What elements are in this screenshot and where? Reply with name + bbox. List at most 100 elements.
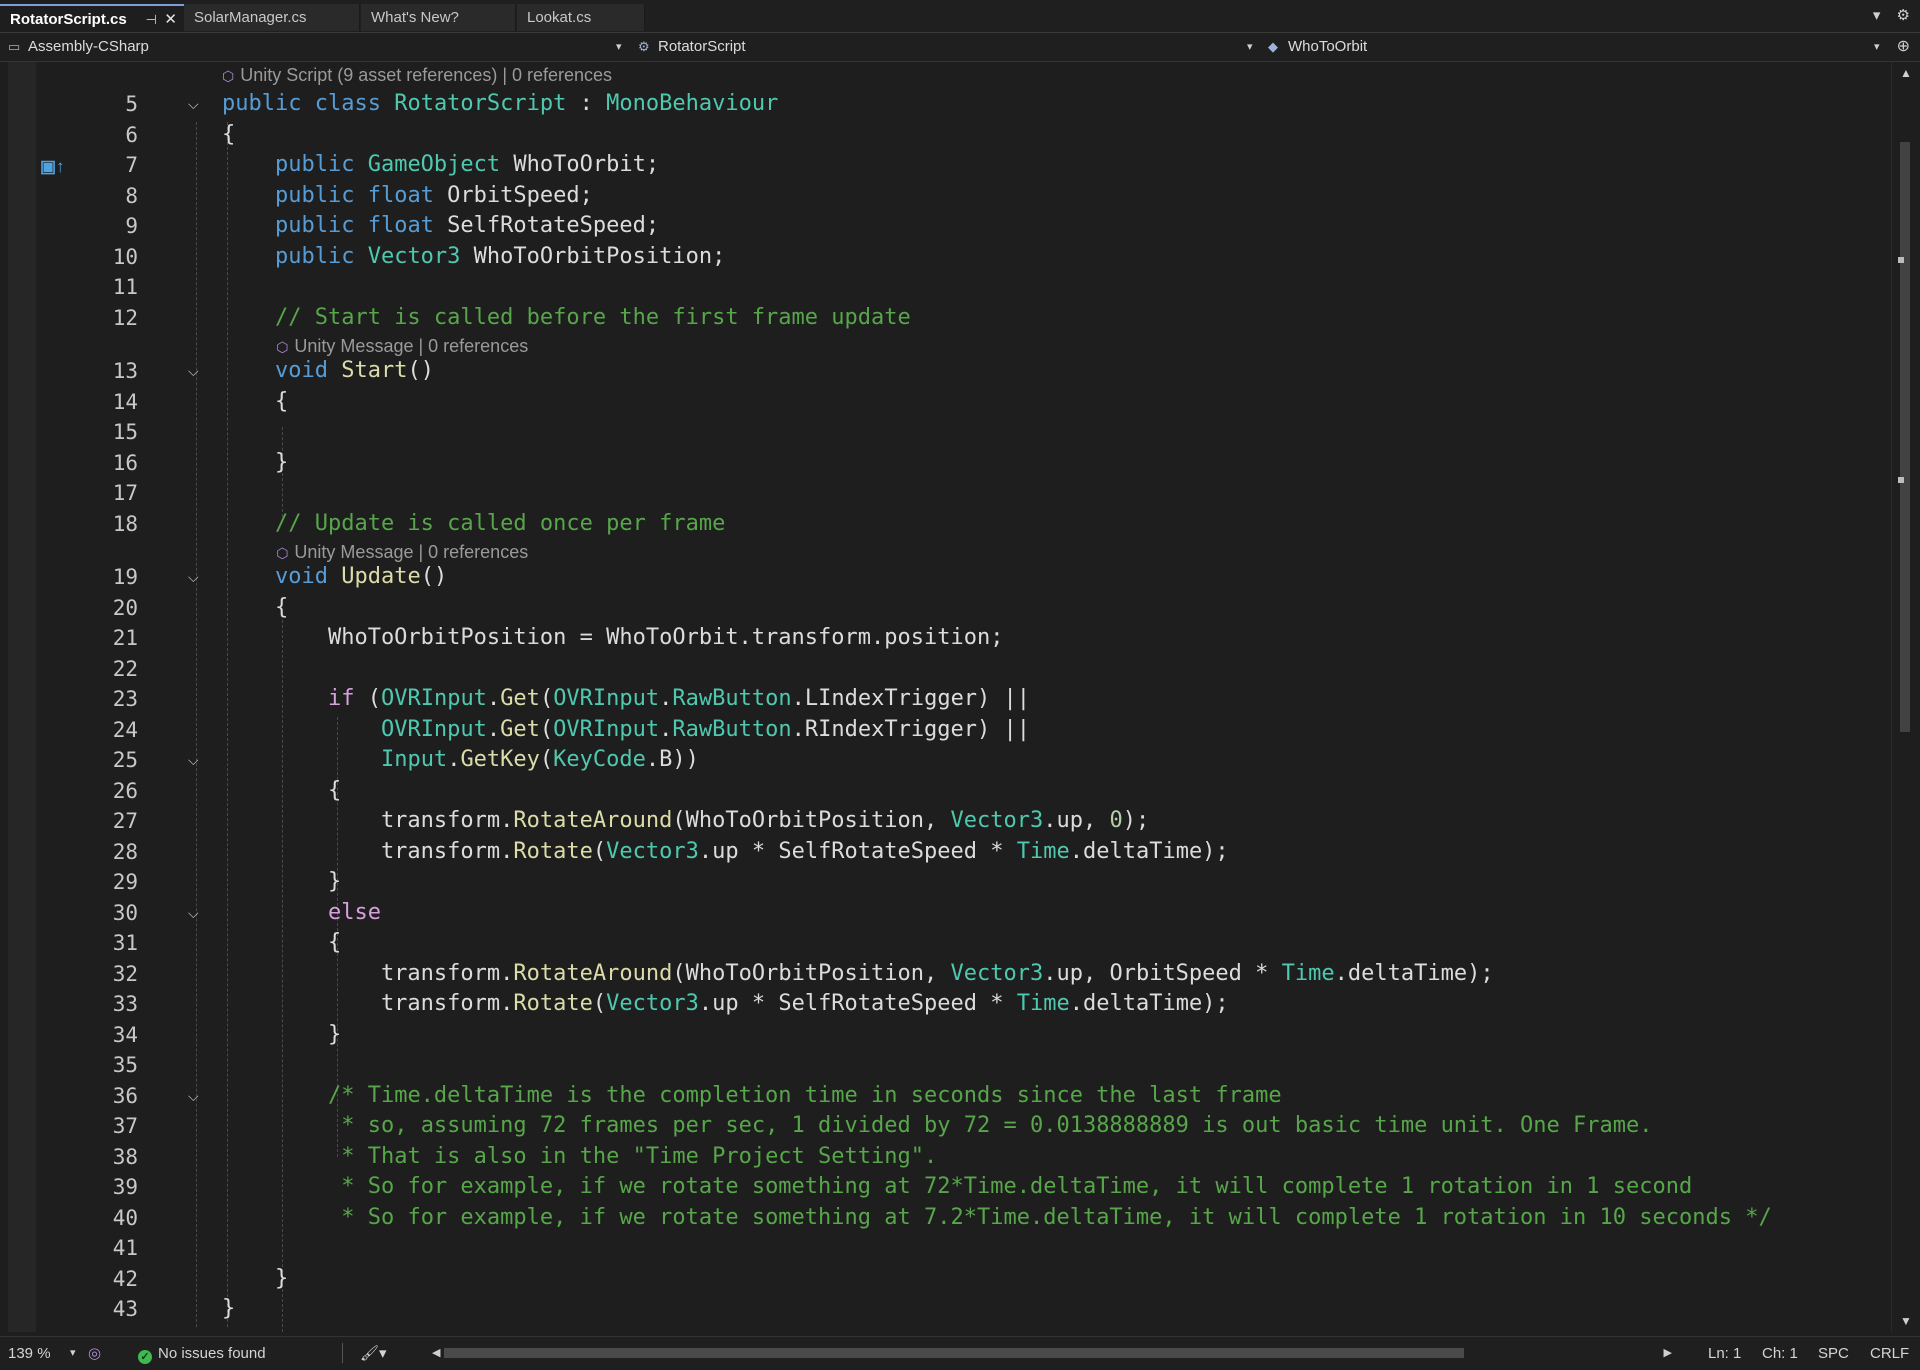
code-line[interactable]: 39 * So for example, if we rotate someth… xyxy=(0,1172,1890,1202)
code-text: void Update() xyxy=(222,562,447,592)
code-line[interactable]: 40 * So for example, if we rotate someth… xyxy=(0,1203,1890,1233)
dropdown-icon[interactable]: ▾ xyxy=(1247,36,1253,58)
code-token: float xyxy=(367,182,434,208)
code-line[interactable]: 15 xyxy=(0,417,1890,447)
dropdown-icon[interactable]: ▾ xyxy=(616,36,622,58)
code-line[interactable]: 32 transform.RotateAround(WhoToOrbitPosi… xyxy=(0,959,1890,989)
pin-icon[interactable]: ⊣ xyxy=(146,6,157,33)
code-line[interactable]: 9 public float SelfRotateSpeed; xyxy=(0,211,1890,241)
code-line[interactable]: 19 ⌵ void Update() xyxy=(0,562,1890,592)
copilot-icon[interactable]: ◎ xyxy=(88,1337,101,1370)
code-line[interactable]: 14 { xyxy=(0,387,1890,417)
code-token: * So for example, if we rotate something… xyxy=(341,1204,1772,1230)
code-token: RotatorScript xyxy=(394,91,567,116)
whitespace-indicator[interactable]: SPC xyxy=(1818,1337,1849,1370)
code-line[interactable]: 33 transform.Rotate(Vector3.up * SelfRot… xyxy=(0,989,1890,1019)
code-line[interactable]: 13 ⌵ void Start() xyxy=(0,356,1890,386)
code-token: SelfRotateSpeed; xyxy=(433,213,660,238)
code-line[interactable]: 12 // Start is called before the first f… xyxy=(0,303,1890,333)
fold-chevron-icon[interactable]: ⌵ xyxy=(188,562,199,592)
tab-lookat[interactable]: Lookat.cs xyxy=(517,4,645,31)
code-line[interactable]: 27 transform.RotateAround(WhoToOrbitPosi… xyxy=(0,806,1890,836)
code-token: ( xyxy=(354,686,381,711)
vertical-scrollbar[interactable]: ▲ ▼ xyxy=(1891,62,1920,1332)
code-line[interactable]: 20 { xyxy=(0,593,1890,623)
code-line[interactable]: 18 // Update is called once per frame xyxy=(0,509,1890,539)
fold-chevron-icon[interactable]: ⌵ xyxy=(188,356,199,386)
code-line[interactable]: 11 xyxy=(0,272,1890,302)
code-line[interactable]: 30 ⌵ else xyxy=(0,898,1890,928)
code-token: // Start is called before the first fram… xyxy=(274,304,911,330)
code-token: Vector3 xyxy=(606,991,699,1016)
scroll-left-icon[interactable]: ◀ xyxy=(432,1346,440,1359)
dropdown-icon[interactable]: ▾ xyxy=(1873,7,1881,24)
code-line[interactable]: 21 WhoToOrbitPosition = WhoToOrbit.trans… xyxy=(0,623,1890,653)
code-line[interactable]: 16 } xyxy=(0,448,1890,478)
line-ending-indicator[interactable]: CRLF xyxy=(1870,1337,1909,1370)
code-lens-label: Unity Message | 0 references xyxy=(294,542,529,562)
code-line[interactable]: 8 public float OrbitSpeed; xyxy=(0,181,1890,211)
code-line[interactable]: 34 } xyxy=(0,1020,1890,1050)
line-number: 12 xyxy=(112,305,138,330)
brush-icon[interactable]: 🖌▾ xyxy=(360,1337,387,1370)
horizontal-scrollbar[interactable]: ◀ ▶ xyxy=(432,1346,1672,1360)
split-editor-icon[interactable]: ⊕ xyxy=(1897,36,1910,56)
gear-icon[interactable]: ⚙ xyxy=(1897,7,1910,24)
member-dropdown[interactable]: ◆ WhoToOrbit xyxy=(1268,36,1868,58)
fold-chevron-icon[interactable]: ⌵ xyxy=(188,898,199,928)
code-line[interactable]: 28 transform.Rotate(Vector3.up * SelfRot… xyxy=(0,837,1890,867)
code-line[interactable]: 43} xyxy=(0,1294,1890,1324)
scroll-down-icon[interactable]: ▼ xyxy=(1900,1314,1912,1328)
code-token: Time xyxy=(1016,991,1070,1016)
project-dropdown[interactable]: ▭ Assembly-CSharp xyxy=(8,36,628,58)
code-line[interactable]: 35 xyxy=(0,1050,1890,1080)
scroll-right-icon[interactable]: ▶ xyxy=(1664,1346,1672,1359)
code-line[interactable]: 38 * That is also in the "Time Project S… xyxy=(0,1142,1890,1172)
line-number: 21 xyxy=(112,626,138,650)
tab-solarmanager[interactable]: SolarManager.cs xyxy=(184,4,360,31)
code-line[interactable]: 31 { xyxy=(0,928,1890,958)
scroll-thumb[interactable] xyxy=(1900,142,1910,732)
code-line[interactable]: 36 ⌵ /* Time.deltaTime is the completion … xyxy=(0,1081,1890,1111)
line-number: 29 xyxy=(112,870,138,894)
code-text: WhoToOrbitPosition = WhoToOrbit.transfor… xyxy=(222,623,1004,653)
char-indicator[interactable]: Ch: 1 xyxy=(1762,1337,1798,1370)
fold-chevron-icon[interactable]: ⌵ xyxy=(188,89,199,119)
fold-chevron-icon[interactable]: ⌵ xyxy=(188,745,199,775)
code-line[interactable]: 26 { xyxy=(0,776,1890,806)
horizontal-scroll-thumb[interactable] xyxy=(444,1348,1464,1358)
line-indicator[interactable]: Ln: 1 xyxy=(1708,1337,1741,1370)
scroll-up-icon[interactable]: ▲ xyxy=(1900,66,1912,80)
line-number: 5 xyxy=(125,92,138,116)
code-token: Vector3 xyxy=(606,838,699,864)
code-line[interactable]: 10 public Vector3 WhoToOrbitPosition; xyxy=(0,242,1890,272)
dropdown-icon[interactable]: ▾ xyxy=(1874,36,1880,58)
code-token: RotateAround xyxy=(513,808,673,833)
code-token: RotateAround xyxy=(513,960,673,986)
code-token: RawButton xyxy=(672,686,792,711)
code-line[interactable]: 24 OVRInput.Get(OVRInput.RawButton.RInde… xyxy=(0,715,1890,745)
code-lens-references[interactable]: ⬡ Unity Script (9 asset references) | 0 r… xyxy=(222,62,612,89)
class-dropdown[interactable]: ⚙ RotatorScript xyxy=(638,36,1258,58)
code-line[interactable]: 37 * so, assuming 72 frames per sec, 1 d… xyxy=(0,1111,1890,1141)
code-line[interactable]: 42 } xyxy=(0,1264,1890,1294)
field-icon: ◆ xyxy=(1268,39,1278,54)
code-line[interactable]: 17 xyxy=(0,478,1890,508)
code-line[interactable]: 6{ xyxy=(0,120,1890,150)
tab-rotatorscript[interactable]: RotatorScript.cs ⊣ ✕ xyxy=(0,4,185,31)
code-line[interactable]: 22 xyxy=(0,654,1890,684)
issues-indicator[interactable]: ✓ No issues found xyxy=(138,1337,266,1370)
code-line[interactable]: 7 public GameObject WhoToOrbit; xyxy=(0,150,1890,180)
code-text: // Update is called once per frame xyxy=(222,509,725,539)
code-editor[interactable]: ▣↑ ⬡ Unity Script (9 asset references) | … xyxy=(0,62,1890,1332)
code-line[interactable]: 23 if (OVRInput.Get(OVRInput.RawButton.L… xyxy=(0,684,1890,714)
zoom-level[interactable]: 139 % xyxy=(8,1337,51,1370)
code-line[interactable]: 29 } xyxy=(0,867,1890,897)
code-line[interactable]: 5 ⌵ public class RotatorScript : MonoBehav… xyxy=(0,89,1890,119)
fold-chevron-icon[interactable]: ⌵ xyxy=(188,1081,199,1111)
close-icon[interactable]: ✕ xyxy=(164,6,177,33)
tab-whats-new[interactable]: What's New? xyxy=(361,4,516,31)
code-line[interactable]: 41 xyxy=(0,1233,1890,1263)
code-line[interactable]: 25 ⌵ Input.GetKey(KeyCode.B)) xyxy=(0,745,1890,775)
dropdown-icon[interactable]: ▾ xyxy=(70,1337,76,1370)
